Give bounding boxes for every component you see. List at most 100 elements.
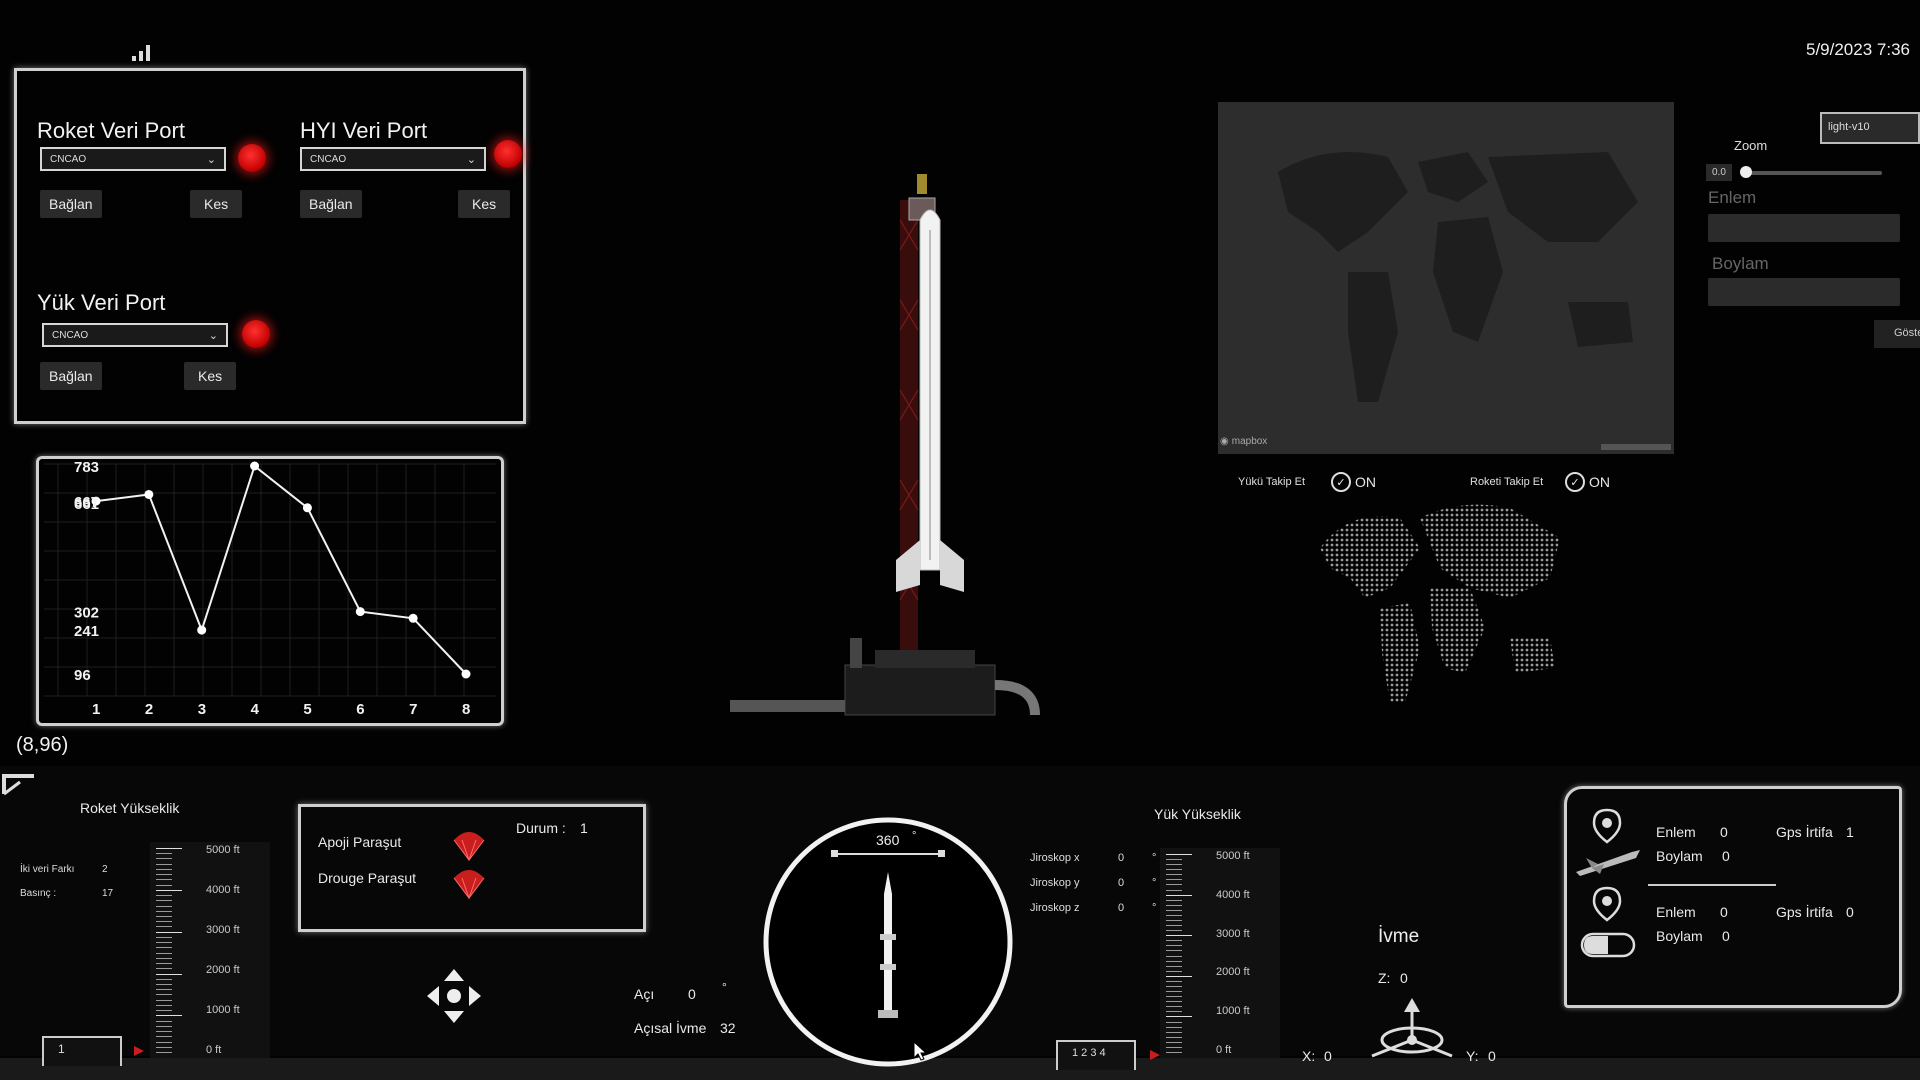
payload-gps-lon-value: 0 xyxy=(1722,928,1730,944)
scale-tick xyxy=(1166,1026,1182,1028)
scale-tick xyxy=(156,1036,172,1038)
payload-disconnect-button[interactable]: Kes xyxy=(184,362,237,390)
hyi-connect-button[interactable]: Bağlan xyxy=(300,190,362,218)
scale-tick xyxy=(156,952,172,954)
zoom-slider-thumb[interactable] xyxy=(1740,166,1752,178)
gyro-unit: ° xyxy=(1152,877,1157,889)
scale-tick xyxy=(156,910,172,912)
scale-label: 5000 ft xyxy=(206,844,240,856)
hyi-disconnect-button[interactable]: Kes xyxy=(458,190,511,218)
scale-tick xyxy=(156,879,172,881)
attitude-indicator xyxy=(763,817,1013,1067)
scale-tick xyxy=(1166,960,1182,962)
chart-point-readout: (8,96) xyxy=(16,734,69,756)
track-rocket-state: ON xyxy=(1589,474,1610,490)
scale-tick xyxy=(1166,1021,1182,1023)
gyro-label: Jiroskop x xyxy=(1030,852,1080,864)
scale-label: 4000 ft xyxy=(1216,888,1250,901)
scale-tick xyxy=(156,1025,172,1027)
chart-data-point xyxy=(197,625,207,635)
scale-label: 3000 ft xyxy=(206,924,240,936)
move-arrows-icon[interactable] xyxy=(424,966,484,1031)
scale-tick xyxy=(1166,1006,1182,1008)
scale-tick xyxy=(1166,920,1182,921)
scale-tick xyxy=(156,931,182,933)
scale-tick xyxy=(1166,879,1182,881)
hyi-port-select[interactable]: CNCAO ⌄ xyxy=(300,147,486,171)
rocket-launchpad-illustration xyxy=(730,174,1040,716)
payload-location-pin-icon xyxy=(1592,886,1622,927)
zoom-label: Zoom xyxy=(1734,138,1768,153)
chart-data-point xyxy=(461,669,471,679)
longitude-input[interactable] xyxy=(1708,278,1900,306)
pressure-label: Basınç : xyxy=(20,888,57,899)
payload-port-select[interactable]: CNCAO ⌄ xyxy=(42,323,228,347)
rocket-altitude-scale: 5000 ft 4000 ft 3000 ft 2000 ft 1000 ft 0 ft xyxy=(150,842,270,1058)
scale-tick xyxy=(156,895,172,897)
scale-tick xyxy=(156,848,182,849)
angular-accel-value: 32 xyxy=(720,1020,736,1036)
gyro-unit: ° xyxy=(1152,852,1157,864)
accel-z-value: 0 xyxy=(1400,970,1408,986)
gyro-unit: ° xyxy=(1152,902,1157,914)
accel-y-label: Y: xyxy=(1466,1048,1479,1064)
scale-tick xyxy=(156,1046,172,1048)
rocket-gps-lat-value: 0 xyxy=(1720,824,1728,840)
scale-tick xyxy=(1166,930,1182,932)
scale-label: 0 ft xyxy=(1216,1044,1232,1056)
rocket-connect-button[interactable]: Bağlan xyxy=(40,190,102,218)
payload-altitude-pointer-icon xyxy=(1150,1050,1160,1060)
scale-label: 0 ft xyxy=(206,1044,222,1056)
scale-tick xyxy=(1166,1016,1192,1018)
zoom-slider[interactable] xyxy=(1740,166,1882,178)
mapbox-attribution: ◉ mapbox xyxy=(1220,436,1267,447)
scale-tick xyxy=(1166,970,1182,972)
rocket-gps-alt-label: Gps İrtifa xyxy=(1776,824,1833,840)
scale-tick xyxy=(1166,945,1182,947)
gyro-value: 0 xyxy=(1118,852,1125,864)
scale-tick xyxy=(156,957,172,959)
payload-gps-lon-label: Boylam xyxy=(1656,928,1703,944)
scale-tick xyxy=(1166,980,1182,982)
rocket-disconnect-button[interactable]: Kes xyxy=(190,190,243,218)
scale-label: 1000 ft xyxy=(206,1004,240,1016)
altitude-line-chart: 783667661302241961 2 3 4 5 6 7 8 xyxy=(44,459,496,718)
scale-tick xyxy=(1166,1036,1182,1038)
latitude-input[interactable] xyxy=(1708,214,1900,242)
show-location-button[interactable]: Göster xyxy=(1874,320,1920,348)
scale-tick xyxy=(1166,1046,1182,1048)
rocket-icon xyxy=(1572,846,1644,881)
scale-tick xyxy=(1166,889,1182,891)
rocket-port-status-led xyxy=(238,144,266,172)
corner-bracket-icon xyxy=(0,768,40,798)
map-style-select[interactable]: light-v10 xyxy=(1820,112,1920,144)
mapbox-attribution-text: mapbox xyxy=(1231,436,1268,447)
chart-y-tick-label: 96 xyxy=(74,667,91,684)
payload-port-value: CNCAO xyxy=(52,329,89,341)
world-map[interactable] xyxy=(1218,102,1674,454)
chart-x-tick-label: 7 xyxy=(409,701,417,718)
rocket-port-select[interactable]: CNCAO ⌄ xyxy=(40,147,226,171)
cursor-pointer-icon xyxy=(912,1040,928,1067)
rocket-port-value: CNCAO xyxy=(50,153,87,165)
scale-label: 2000 ft xyxy=(206,964,240,976)
chart-x-tick-label: 6 xyxy=(356,701,364,718)
scale-label: 1000 ft xyxy=(1216,1005,1250,1018)
scale-tick xyxy=(1166,904,1182,906)
rocket-gps-lon-label: Boylam xyxy=(1656,848,1703,864)
chart-y-tick-label: 783 xyxy=(74,459,99,476)
chart-data-point xyxy=(302,503,312,513)
payload-connect-button[interactable]: Bağlan xyxy=(40,362,102,390)
scale-tick xyxy=(156,868,172,870)
scale-label: 4000 ft xyxy=(206,884,240,896)
scale-tick xyxy=(1166,909,1182,911)
scale-tick xyxy=(156,900,172,902)
scale-label: 3000 ft xyxy=(1216,927,1250,940)
scale-tick xyxy=(1166,1052,1182,1053)
accel-x-label: X: xyxy=(1302,1048,1316,1064)
drogue-parachute-label: Drouge Paraşut xyxy=(318,870,417,886)
payload-altitude-title: Yük Yükseklik xyxy=(1154,806,1241,822)
scale-tick xyxy=(156,963,172,965)
acceleration-title: İvme xyxy=(1378,926,1420,947)
rocket-gps-lat-label: Enlem xyxy=(1656,824,1696,840)
